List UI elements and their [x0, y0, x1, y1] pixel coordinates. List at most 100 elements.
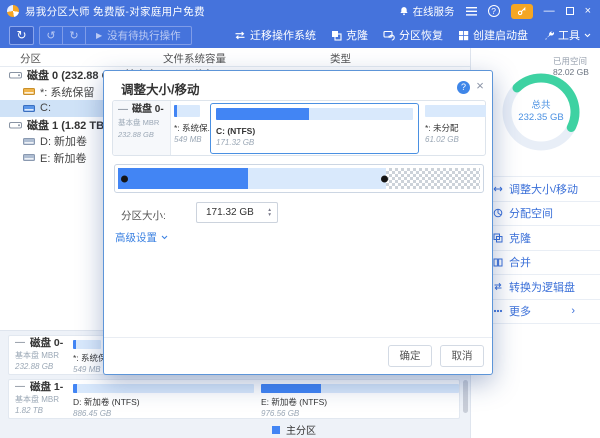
action-label: 更多 [509, 303, 531, 319]
action-label: 调整大小/移动 [509, 181, 578, 197]
partition-size-input[interactable]: 171.32 GB ▴ ▾ [196, 202, 278, 223]
size-spinner[interactable]: ▴ ▾ [268, 208, 277, 218]
title-bar: 易我分区大师 免费版-对家庭用户免费 在线服务 ? — × [0, 0, 600, 22]
slider-unallocated-segment [386, 168, 480, 189]
dialog-footer: 确定 取消 [104, 337, 492, 374]
ok-button[interactable]: 确定 [388, 345, 432, 367]
partition-icon [23, 137, 35, 146]
tree-row-label: D: 新加卷 [40, 133, 87, 149]
maximize-icon [566, 7, 574, 15]
play-icon: ▶ [96, 31, 102, 40]
strip-partition-size: 61.02 GB [425, 136, 486, 144]
cancel-button[interactable]: 取消 [440, 345, 484, 367]
refresh-button[interactable]: ↻ [9, 26, 34, 45]
column-partition[interactable]: 分区 [20, 51, 41, 66]
submenu-arrow-icon: › [571, 305, 575, 317]
dialog-disk-name: 磁盘 0- [132, 105, 164, 115]
strip-partition-label: C: (NTFS) [216, 127, 413, 136]
close-button[interactable]: × [585, 6, 591, 17]
history-group: ↺ ↻ ▶ 没有待执行操作 [39, 26, 192, 45]
resize-move-dialog: 调整大小/移动 ? × —磁盘 0- 基本盘 MBR 232.88 GB *: … [103, 70, 493, 375]
dialog-title: 调整大小/移动 [121, 79, 199, 98]
slider-used-segment [118, 168, 248, 189]
legend-label: 主分区 [286, 422, 316, 437]
partition-recovery-button[interactable]: 分区恢复 [383, 27, 443, 43]
app-title: 易我分区大师 免费版-对家庭用户免费 [25, 4, 205, 19]
resize-slider[interactable] [114, 164, 484, 193]
slider-left-handle[interactable] [121, 175, 128, 182]
strip-partition-unallocated[interactable]: *: 未分配 61.02 GB [425, 105, 486, 144]
help-icon[interactable]: ? [488, 5, 500, 17]
create-boot-disk-button[interactable]: 创建启动盘 [458, 27, 528, 43]
dialog-disk-size: 232.88 GB [118, 131, 170, 139]
strip-partition-size: 549 MB [174, 136, 200, 144]
undo-button[interactable]: ↺ [40, 27, 63, 44]
tools-menu-button[interactable]: 工具 [543, 27, 591, 43]
dialog-disk-info: —磁盘 0- 基本盘 MBR 232.88 GB [113, 101, 171, 155]
clone-label: 克隆 [346, 27, 368, 43]
redo-button[interactable]: ↻ [63, 27, 86, 44]
migrate-os-button[interactable]: 迁移操作系统 [234, 27, 316, 43]
spin-down-icon[interactable]: ▾ [268, 213, 271, 218]
toolbar: ↻ ↺ ↻ ▶ 没有待执行操作 迁移操作系统 克隆 分区恢复 创建启动盘 工具 [0, 22, 600, 48]
strip-partition-c-selected[interactable]: C: (NTFS) 171.32 GB [210, 103, 419, 154]
map-partition-e[interactable]: E: 新加卷 (NTFS) 976.56 GB [261, 384, 459, 418]
disk1-card[interactable]: —磁盘 1- 基本盘 MBR 1.82 TB D: 新加卷 (NTFS) 886… [8, 379, 460, 419]
clone-button[interactable]: 克隆 [331, 27, 368, 43]
pending-operations-button[interactable]: ▶ 没有待执行操作 [86, 27, 191, 44]
strip-partition-label: *: 系统保... [174, 124, 200, 133]
minimize-button[interactable]: — [544, 6, 555, 17]
map-partition-d[interactable]: D: 新加卷 (NTFS) 886.45 GB [73, 384, 254, 418]
map-partition-sysreserved[interactable]: *: 系统保. 549 MB [73, 340, 107, 374]
column-type[interactable]: 类型 [330, 51, 351, 66]
used-label: 已用空间 [553, 56, 589, 67]
used-space-labels: 已用空间 82.02 GB [553, 56, 589, 78]
online-service-label: 在线服务 [413, 4, 455, 19]
disk-kind: 基本盘 MBR [15, 352, 63, 360]
wrench-icon [543, 30, 554, 41]
action-label: 克隆 [509, 230, 531, 246]
upgrade-key-button[interactable] [511, 4, 533, 19]
action-label: 分配空间 [509, 205, 553, 221]
disk1-info: —磁盘 1- 基本盘 MBR 1.82 TB [15, 382, 63, 415]
pending-operations-label: 没有待执行操作 [107, 28, 181, 43]
advanced-settings-link[interactable]: 高级设置 [115, 230, 168, 245]
map-partition-size: 549 MB [73, 366, 107, 374]
chevron-down-icon [161, 235, 168, 240]
create-boot-disk-label: 创建启动盘 [473, 27, 528, 43]
migrate-os-label: 迁移操作系统 [250, 27, 316, 43]
clone-icon [331, 30, 342, 41]
strip-partition-label: *: 未分配 [425, 124, 486, 133]
action-label: 转换为逻辑盘 [509, 279, 575, 295]
slider-right-handle[interactable] [381, 175, 388, 182]
vertical-scrollbar[interactable] [463, 380, 468, 413]
tree-row-label: C: [40, 102, 51, 114]
column-capacity[interactable]: 容量 [205, 51, 226, 66]
dialog-help-icon[interactable]: ? [457, 81, 470, 94]
dialog-close-button[interactable]: × [473, 78, 487, 93]
online-service-button[interactable]: 在线服务 [399, 4, 455, 19]
merge-icon [493, 258, 503, 267]
disk-icon [9, 120, 22, 130]
partition-icon [23, 104, 35, 113]
partition-icon [23, 153, 35, 162]
column-filesystem[interactable]: 文件系统 [163, 51, 205, 66]
partition-size-value: 171.32 GB [197, 207, 268, 218]
collapse-icon[interactable]: — [15, 382, 25, 392]
disk-size: 1.82 TB [15, 407, 63, 415]
dialog-disk-strip: —磁盘 0- 基本盘 MBR 232.88 GB *: 系统保... 549 M… [112, 100, 486, 156]
action-label: 合并 [509, 254, 531, 270]
disk-name: 磁盘 0- [30, 338, 63, 349]
disk-size: 232.88 GB [15, 363, 63, 371]
map-partition-size: 976.56 GB [261, 410, 459, 418]
clone-small-icon [493, 233, 503, 243]
chevron-down-icon [584, 33, 591, 38]
tools-label: 工具 [558, 27, 580, 43]
collapse-icon: — [118, 105, 128, 115]
menu-icon[interactable] [466, 7, 477, 16]
strip-partition-sysreserved[interactable]: *: 系统保... 549 MB [174, 105, 200, 144]
used-value: 82.02 GB [553, 67, 589, 78]
collapse-icon[interactable]: — [15, 338, 25, 348]
total-value: 232.35 GB [518, 112, 563, 124]
maximize-button[interactable] [566, 7, 574, 15]
